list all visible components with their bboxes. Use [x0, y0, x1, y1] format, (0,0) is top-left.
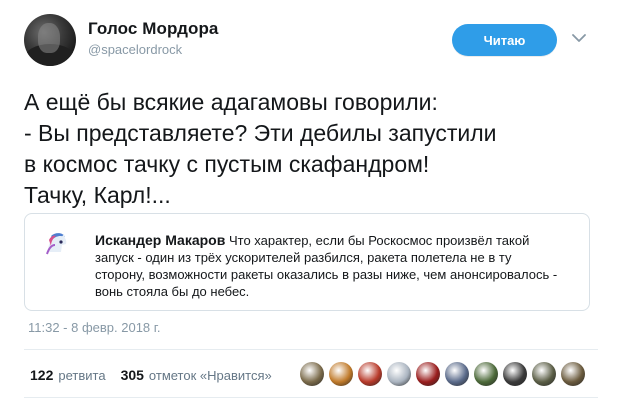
chevron-down-icon[interactable]	[571, 30, 587, 46]
likes-label[interactable]: отметок «Нравится»	[149, 368, 272, 383]
divider	[24, 349, 598, 350]
tweet-header: Голос Мордора @spacelordrock Читаю	[0, 0, 622, 80]
liker-avatar[interactable]	[561, 362, 585, 386]
liker-avatar[interactable]	[445, 362, 469, 386]
tweet-stats: 122 ретвита 305 отметок «Нравится»	[30, 364, 272, 386]
quoted-author-name[interactable]: Искандер Макаров	[95, 232, 225, 248]
liker-avatar[interactable]	[300, 362, 324, 386]
liker-avatar[interactable]	[532, 362, 556, 386]
pony-avatar-icon[interactable]	[43, 230, 71, 258]
liker-avatar[interactable]	[416, 362, 440, 386]
author-handle[interactable]: @spacelordrock	[88, 42, 182, 57]
liker-avatar[interactable]	[387, 362, 411, 386]
liker-avatar[interactable]	[358, 362, 382, 386]
quoted-tweet-body: Искандер Макаров Что характер, если бы Р…	[95, 232, 565, 300]
following-button[interactable]: Читаю	[452, 24, 557, 56]
retweets-label[interactable]: ретвита	[58, 368, 105, 383]
tweet-text: А ещё бы всякие адагамовы говорили: - Вы…	[24, 89, 497, 208]
likes-count[interactable]: 305	[121, 367, 144, 383]
author-name[interactable]: Голос Мордора	[88, 19, 219, 39]
divider	[24, 397, 598, 398]
liker-avatar[interactable]	[503, 362, 527, 386]
liker-avatar[interactable]	[329, 362, 353, 386]
liker-avatars	[300, 362, 585, 388]
liker-avatar[interactable]	[474, 362, 498, 386]
tweet-timestamp[interactable]: 11:32 - 8 февр. 2018 г.	[28, 320, 161, 335]
quoted-tweet[interactable]: Искандер Макаров Что характер, если бы Р…	[24, 213, 590, 311]
author-avatar[interactable]	[24, 14, 76, 66]
retweets-count[interactable]: 122	[30, 367, 53, 383]
